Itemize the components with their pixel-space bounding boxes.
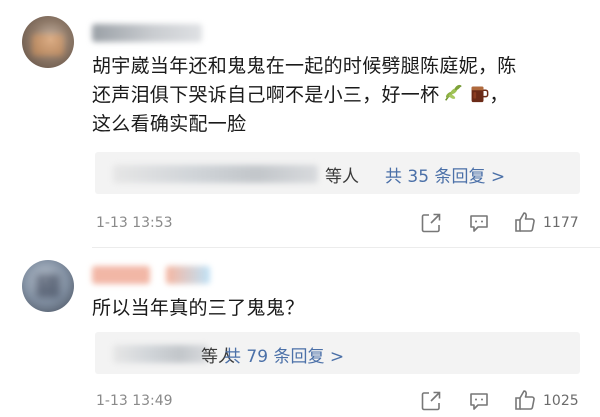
comment-list: 胡宇崴当年还和鬼鬼在一起的时候劈腿陈庭妮，陈 还声泪俱下哭诉自己啊不是小三，好一…: [0, 0, 600, 417]
green-tea-emoji: [445, 84, 463, 101]
reply-usernames-blurred: [113, 165, 318, 183]
comment-text-line: 所以当年真的三了鬼鬼？: [92, 297, 305, 319]
avatar[interactable]: [22, 260, 74, 312]
avatar[interactable]: [22, 16, 74, 68]
like-count: 1177: [543, 215, 579, 231]
comment-text-line: 胡宇崴当年还和鬼鬼在一起的时候劈腿陈庭妮，陈: [92, 55, 517, 77]
username-blurred[interactable]: [92, 24, 202, 42]
like-count: 1025: [543, 393, 579, 409]
comment-icon[interactable]: [467, 211, 491, 235]
comment-divider: [92, 247, 600, 248]
black-tea-emoji: [471, 86, 489, 103]
comment-text-line: 还声泪俱下哭诉自己啊不是小三，好一杯 ，: [92, 81, 509, 110]
reply-count-link[interactable]: 共 35 条回复 >: [385, 162, 505, 187]
reply-count-link[interactable]: 共 79 条回复 >: [224, 342, 344, 367]
reply-preview[interactable]: 等人 共 79 条回复 >: [95, 332, 580, 374]
user-badge-blurred: [166, 266, 210, 284]
reply-preview[interactable]: 等人 共 35 条回复 >: [95, 152, 580, 194]
share-icon[interactable]: [419, 211, 443, 235]
reply-usernames-blurred: [113, 345, 208, 363]
comment-text-segment: ，: [489, 84, 509, 106]
comment-text-segment: 还声泪俱下哭诉自己啊不是小三，好一杯: [92, 84, 440, 106]
like-icon[interactable]: [513, 388, 537, 412]
share-icon[interactable]: [419, 389, 443, 413]
comment-text-line: 这么看确实配一脸: [92, 113, 247, 135]
comment-icon[interactable]: [467, 389, 491, 413]
reply-suffix: 等人: [325, 167, 359, 187]
like-icon[interactable]: [513, 210, 537, 234]
username-blurred[interactable]: [92, 266, 150, 284]
timestamp: 1-13 13:49: [96, 393, 173, 409]
timestamp: 1-13 13:53: [96, 215, 173, 231]
